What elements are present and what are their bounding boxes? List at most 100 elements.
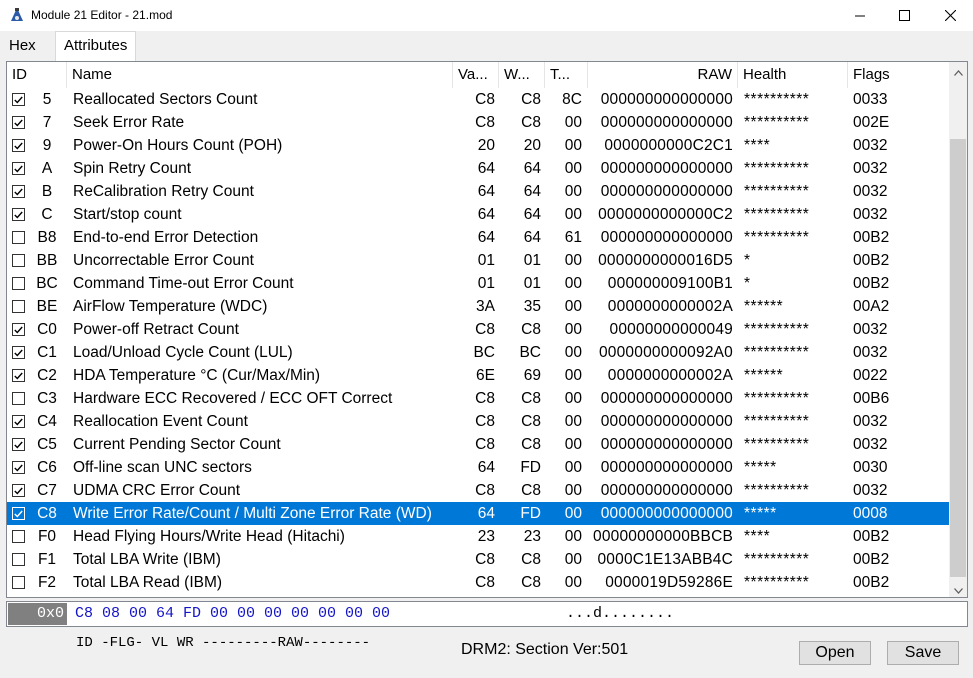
attribute-health: ****: [744, 137, 771, 154]
row-checkbox[interactable]: [12, 231, 25, 244]
tab-attributes[interactable]: Attributes: [55, 31, 137, 61]
attribute-id: C6: [37, 459, 57, 476]
row-checkbox[interactable]: [12, 254, 25, 267]
column-header-health[interactable]: Health: [738, 62, 848, 88]
attribute-id: C1: [37, 344, 57, 361]
table-row[interactable]: BE AirFlow Temperature (WDC) 3A 35 00 0000000…: [7, 295, 949, 318]
attribute-id: C: [41, 206, 53, 223]
attribute-worst: C8: [521, 390, 541, 407]
table-row[interactable]: C1 Load/Unload Cycle Count (LUL) BC BC 00 000…: [7, 341, 949, 364]
hex-bytes[interactable]: C8 08 00 64 FD 00 00 00 00 00 00 00: [75, 603, 390, 625]
row-checkbox[interactable]: [12, 461, 25, 474]
row-checkbox[interactable]: [12, 438, 25, 451]
table-row[interactable]: F2 Total LBA Read (IBM) C8 C8 00 0000019D5928…: [7, 571, 949, 594]
attribute-threshold: 00: [564, 160, 582, 177]
attribute-worst: C8: [521, 321, 541, 338]
table-row[interactable]: 7 Seek Error Rate C8 C8 00 000000000000000 ***…: [7, 111, 949, 134]
table-row[interactable]: C5 Current Pending Sector Count C8 C8 00 0000…: [7, 433, 949, 456]
row-checkbox-cell: [11, 226, 25, 249]
row-checkbox[interactable]: [12, 139, 25, 152]
close-button[interactable]: [927, 0, 973, 31]
hex-legend: ID -FLG- VL WR ---------RAW--------: [76, 635, 371, 651]
scroll-up-button[interactable]: [949, 62, 967, 79]
attribute-threshold: 00: [564, 114, 582, 131]
table-row[interactable]: A Spin Retry Count 64 64 00 000000000000000 **…: [7, 157, 949, 180]
table-row[interactable]: C Start/stop count 64 64 00 0000000000000C2 **…: [7, 203, 949, 226]
tab-hex[interactable]: Hex: [1, 34, 44, 60]
table-row[interactable]: C6 Off-line scan UNC sectors 64 FD 00 0000000…: [7, 456, 949, 479]
row-checkbox[interactable]: [12, 300, 25, 313]
row-checkbox[interactable]: [12, 530, 25, 543]
table-row[interactable]: BC Command Time-out Error Count 01 01 00 0000…: [7, 272, 949, 295]
scrollbar-thumb[interactable]: [950, 139, 966, 577]
column-header-raw[interactable]: RAW: [588, 62, 738, 88]
table-row[interactable]: C2 HDA Temperature °C (Cur/Max/Min) 6E 69 00…: [7, 364, 949, 387]
attribute-raw: 000000000000000: [600, 505, 733, 522]
attribute-threshold: 00: [564, 183, 582, 200]
hex-preview[interactable]: 0x0 C8 08 00 64 FD 00 00 00 00 00 00 00 …: [6, 601, 968, 627]
column-header-name[interactable]: Name: [67, 62, 453, 88]
vertical-scrollbar[interactable]: [949, 62, 967, 597]
attribute-raw: 000000009100B1: [607, 275, 733, 292]
attribute-flags: 0032: [853, 344, 888, 361]
attribute-threshold: 00: [564, 505, 582, 522]
maximize-button[interactable]: [881, 0, 927, 31]
attribute-name: Off-line scan UNC sectors: [73, 459, 252, 476]
open-button[interactable]: Open: [799, 641, 871, 665]
attribute-flags: 0032: [853, 183, 888, 200]
row-checkbox[interactable]: [12, 323, 25, 336]
table-row[interactable]: F0 Head Flying Hours/Write Head (Hitachi)…: [7, 525, 949, 548]
table-row[interactable]: B8 End-to-end Error Detection 64 64 61 000000…: [7, 226, 949, 249]
attribute-flags: 002E: [853, 114, 890, 131]
row-checkbox[interactable]: [12, 185, 25, 198]
row-checkbox[interactable]: [12, 369, 25, 382]
table-row[interactable]: C7 UDMA CRC Error Count C8 C8 00 000000000000…: [7, 479, 949, 502]
row-checkbox[interactable]: [12, 484, 25, 497]
column-header-value[interactable]: Va...: [453, 62, 499, 88]
row-checkbox[interactable]: [12, 162, 25, 175]
row-checkbox[interactable]: [12, 507, 25, 520]
table-row[interactable]: C0 Power-off Retract Count C8 C8 00 000000000…: [7, 318, 949, 341]
row-checkbox[interactable]: [12, 346, 25, 359]
attribute-name: ReCalibration Retry Count: [73, 183, 254, 200]
attributes-table[interactable]: ID Name Va... W... T... RAW Health Flags…: [6, 61, 968, 598]
table-row[interactable]: F1 Total LBA Write (IBM) C8 C8 00 0000C1E13AB…: [7, 548, 949, 571]
hex-ascii[interactable]: ...d........: [566, 603, 674, 625]
row-checkbox[interactable]: [12, 116, 25, 129]
scroll-down-button[interactable]: [949, 580, 967, 597]
attribute-threshold: 61: [564, 229, 582, 246]
attribute-name: Command Time-out Error Count: [73, 275, 294, 292]
row-checkbox[interactable]: [12, 415, 25, 428]
checkmark-icon: [14, 119, 23, 127]
column-header-id[interactable]: ID: [7, 62, 67, 88]
table-row[interactable]: C3 Hardware ECC Recovered / ECC OFT Corre…: [7, 387, 949, 410]
row-checkbox[interactable]: [12, 208, 25, 221]
table-row[interactable]: 9 Power-On Hours Count (POH) 20 20 00 0000000…: [7, 134, 949, 157]
attribute-id: C7: [37, 482, 57, 499]
attribute-worst: 69: [523, 367, 541, 384]
attribute-raw: 0000000000C2C1: [604, 137, 733, 154]
row-checkbox-cell: [11, 433, 25, 456]
table-row[interactable]: BB Uncorrectable Error Count 01 01 00 0000000…: [7, 249, 949, 272]
table-row[interactable]: 5 Reallocated Sectors Count C8 C8 8C 00000000…: [7, 88, 949, 111]
attribute-id: BB: [36, 252, 58, 269]
attribute-flags: 0033: [853, 91, 888, 108]
table-row[interactable]: C8 Write Error Rate/Count / Multi Zone Er…: [7, 502, 949, 525]
column-header-worst[interactable]: W...: [499, 62, 545, 88]
attribute-value: C8: [475, 91, 495, 108]
minimize-button[interactable]: [837, 0, 883, 31]
column-header-flags[interactable]: Flags: [848, 62, 949, 88]
row-checkbox[interactable]: [12, 277, 25, 290]
save-button[interactable]: Save: [887, 641, 959, 665]
row-checkbox-cell: [11, 410, 25, 433]
column-header-threshold[interactable]: T...: [545, 62, 588, 88]
attribute-flags: 00B2: [853, 551, 890, 568]
row-checkbox[interactable]: [12, 392, 25, 405]
table-row[interactable]: B ReCalibration Retry Count 64 64 00 00000000…: [7, 180, 949, 203]
attribute-threshold: 00: [564, 275, 582, 292]
attribute-value: BC: [473, 344, 495, 361]
row-checkbox[interactable]: [12, 553, 25, 566]
table-row[interactable]: C4 Reallocation Event Count C8 C8 00 00000000…: [7, 410, 949, 433]
row-checkbox[interactable]: [12, 93, 25, 106]
row-checkbox[interactable]: [12, 576, 25, 589]
